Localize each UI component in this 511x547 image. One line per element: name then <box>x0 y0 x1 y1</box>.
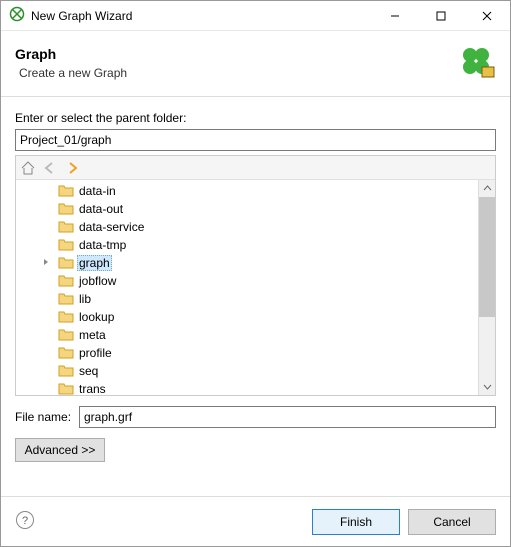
expand-caret-icon[interactable] <box>37 256 55 270</box>
tree-item-label: profile <box>77 346 114 360</box>
scroll-down-icon[interactable] <box>479 378 495 395</box>
tree-item-label: data-in <box>77 184 118 198</box>
tree-item[interactable]: data-service <box>16 218 478 236</box>
folder-icon <box>58 382 74 395</box>
filename-input[interactable] <box>79 406 496 428</box>
help-icon[interactable]: ? <box>15 510 37 533</box>
home-icon[interactable] <box>20 160 36 176</box>
tree-item-label: trans <box>77 382 108 395</box>
advanced-button[interactable]: Advanced >> <box>15 438 105 462</box>
folder-icon <box>58 328 74 342</box>
tree-item-label: data-out <box>77 202 125 216</box>
parent-folder-input[interactable] <box>15 129 496 151</box>
tree-item[interactable]: lib <box>16 290 478 308</box>
maximize-button[interactable] <box>418 1 464 31</box>
app-icon <box>9 6 25 25</box>
folder-icon <box>58 274 74 288</box>
scroll-up-icon[interactable] <box>479 180 495 197</box>
tree-item[interactable]: data-out <box>16 200 478 218</box>
folder-icon <box>58 256 74 270</box>
svg-text:?: ? <box>22 515 28 527</box>
filename-label: File name: <box>15 410 79 424</box>
minimize-button[interactable] <box>372 1 418 31</box>
tree-item[interactable]: seq <box>16 362 478 380</box>
window-title: New Graph Wizard <box>31 9 372 23</box>
tree-item-label: jobflow <box>77 274 118 288</box>
folder-icon <box>58 364 74 378</box>
folder-icon <box>58 346 74 360</box>
folder-icon <box>58 184 74 198</box>
tree-item[interactable]: lookup <box>16 308 478 326</box>
close-button[interactable] <box>464 1 510 31</box>
folder-icon <box>58 220 74 234</box>
tree-item-label: data-service <box>77 220 146 234</box>
folder-icon <box>58 310 74 324</box>
tree-item[interactable]: graph <box>16 254 478 272</box>
tree-item-label: data-tmp <box>77 238 128 252</box>
tree-item[interactable]: meta <box>16 326 478 344</box>
cancel-button[interactable]: Cancel <box>408 509 496 535</box>
scroll-thumb[interactable] <box>479 197 495 317</box>
page-subtitle: Create a new Graph <box>15 66 456 80</box>
tree-item-label: graph <box>77 255 112 271</box>
parent-folder-label: Enter or select the parent folder: <box>15 111 496 125</box>
tree-item[interactable]: trans <box>16 380 478 395</box>
tree-item-label: seq <box>77 364 100 378</box>
tree-item[interactable]: data-tmp <box>16 236 478 254</box>
tree-item[interactable]: data-in <box>16 182 478 200</box>
folder-icon <box>58 292 74 306</box>
tree-item[interactable]: profile <box>16 344 478 362</box>
tree-item[interactable]: jobflow <box>16 272 478 290</box>
tree-item-label: lib <box>77 292 93 306</box>
forward-icon[interactable] <box>64 160 80 176</box>
folder-tree[interactable]: data-in data-out data-service data-tmp graph… <box>16 180 478 395</box>
folder-icon <box>58 202 74 216</box>
tree-item-label: meta <box>77 328 108 342</box>
tree-scrollbar[interactable] <box>478 180 495 395</box>
tree-item-label: lookup <box>77 310 116 324</box>
back-icon[interactable] <box>42 160 58 176</box>
clover-icon <box>456 41 496 84</box>
finish-button[interactable]: Finish <box>312 509 400 535</box>
folder-icon <box>58 238 74 252</box>
page-title: Graph <box>15 46 456 62</box>
